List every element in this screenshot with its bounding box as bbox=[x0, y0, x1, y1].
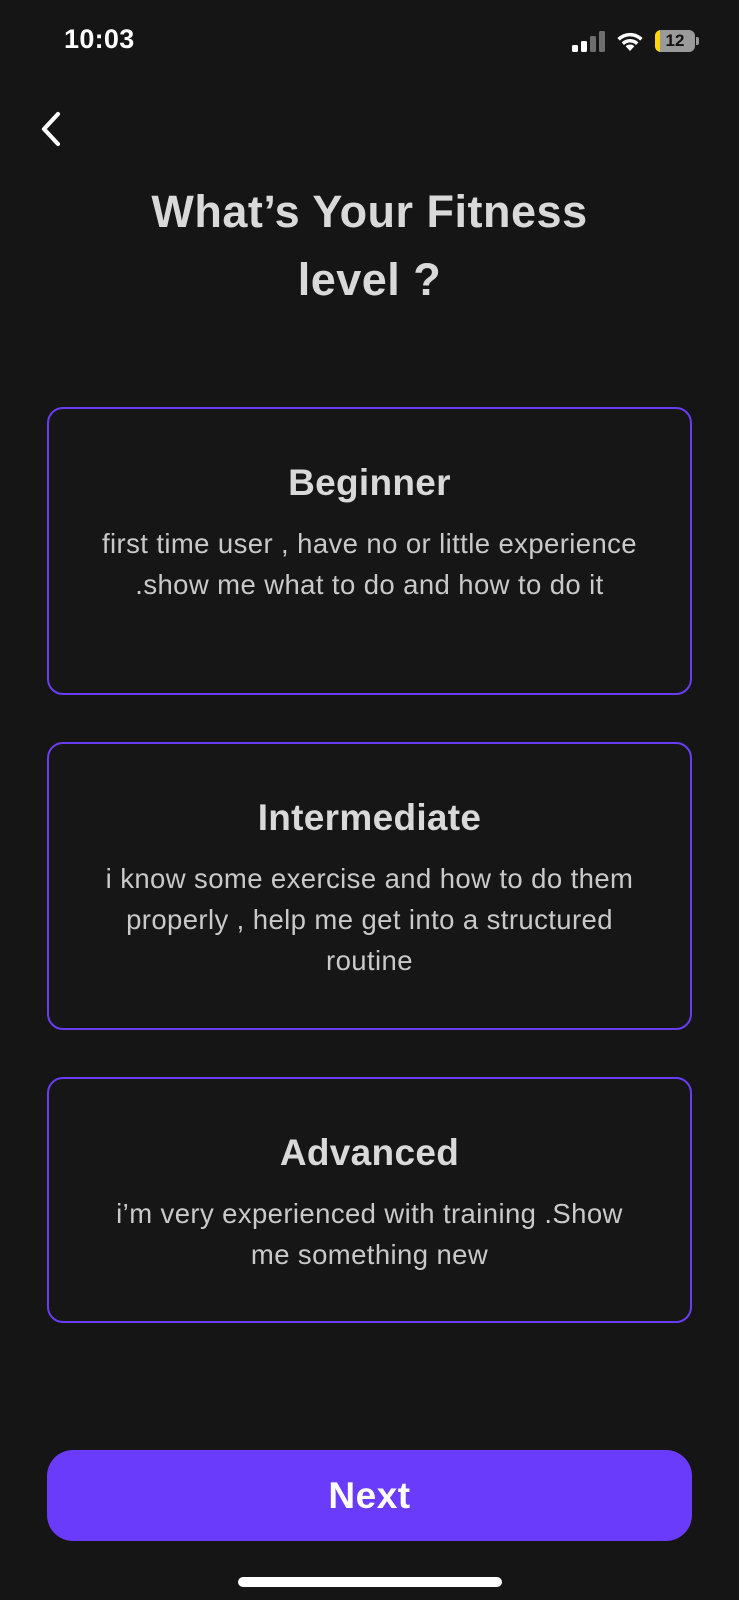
status-icons: 12 bbox=[571, 28, 699, 54]
back-button[interactable] bbox=[32, 104, 72, 152]
home-indicator[interactable] bbox=[238, 1577, 502, 1587]
status-bar: 10:03 12 bbox=[0, 0, 739, 84]
chevron-left-icon bbox=[41, 111, 61, 147]
battery-level-text: 12 bbox=[665, 31, 685, 50]
status-time: 10:03 bbox=[64, 24, 135, 54]
page-title: What’s Your Fitness level ? bbox=[80, 178, 659, 314]
wifi-icon bbox=[617, 32, 643, 51]
option-title: Advanced bbox=[279, 1132, 460, 1173]
option-title: Intermediate bbox=[257, 797, 482, 838]
option-title: Beginner bbox=[288, 462, 451, 503]
next-button[interactable]: Next bbox=[47, 1450, 692, 1541]
page-title-line-2: level ? bbox=[297, 254, 442, 305]
battery-icon: 12 bbox=[655, 30, 699, 52]
option-card-beginner[interactable]: Beginner first time user , have no or li… bbox=[47, 407, 692, 695]
option-description: i’m very experienced with training .Show… bbox=[116, 1198, 623, 1270]
page-title-line-1: What’s Your Fitness bbox=[151, 186, 588, 237]
option-description: first time user , have no or little expe… bbox=[101, 528, 638, 600]
cellular-signal-icon bbox=[572, 31, 605, 52]
option-description: i know some exercise and how to do them … bbox=[105, 863, 634, 976]
option-card-intermediate[interactable]: Intermediate i know some exercise and ho… bbox=[47, 742, 692, 1030]
option-card-advanced[interactable]: Advanced i’m very experienced with train… bbox=[47, 1077, 692, 1323]
